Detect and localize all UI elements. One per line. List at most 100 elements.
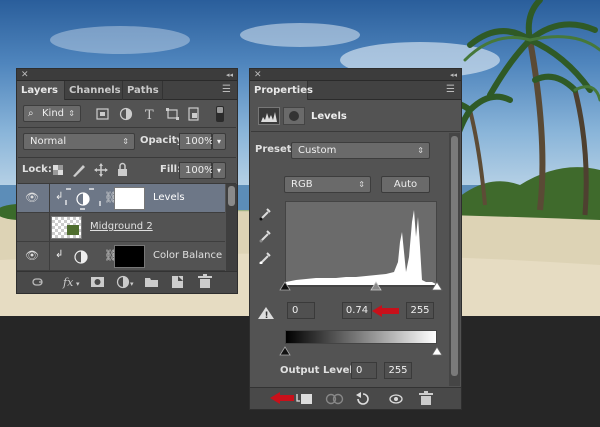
preset-dropdown[interactable]: Custom ⇕ [291, 142, 430, 159]
input-black-field[interactable]: 0 [287, 302, 315, 319]
opacity-dropdown-button[interactable]: ▾ [212, 133, 226, 150]
svg-text:▾: ▾ [130, 280, 134, 288]
divider [251, 131, 460, 132]
gray-input-handle[interactable] [370, 281, 382, 291]
layer-row-midground[interactable]: Midground 2 [17, 213, 225, 242]
adjustment-layer-icon [65, 188, 101, 210]
divider [18, 127, 236, 128]
toggle-visibility-eye-icon[interactable] [389, 394, 403, 404]
view-previous-state-icon[interactable] [325, 393, 344, 405]
output-black-field[interactable]: 0 [351, 362, 377, 379]
layer-name[interactable]: Color Balance [153, 249, 222, 263]
layers-panel-titlebar[interactable]: ✕ ◂◂ [17, 69, 237, 81]
pixel-filter-icon[interactable] [96, 108, 109, 120]
opacity-field[interactable]: 100% [179, 133, 214, 150]
chevron-down-icon: ⇕ [122, 137, 129, 146]
shape-filter-icon[interactable] [166, 108, 179, 120]
type-filter-icon[interactable]: T [145, 108, 154, 122]
adjustment-filter-icon[interactable] [119, 107, 133, 121]
input-gamma-field[interactable]: 0.74 [342, 302, 372, 319]
collapse-icon[interactable]: ◂◂ [226, 69, 233, 81]
levels-icon[interactable] [258, 107, 280, 125]
scrollbar-thumb[interactable] [228, 186, 235, 206]
lock-all-icon[interactable] [118, 162, 127, 177]
fill-dropdown-button[interactable]: ▾ [212, 162, 226, 179]
auto-button[interactable]: Auto [381, 176, 430, 193]
white-output-handle[interactable] [431, 346, 443, 356]
blend-mode-dropdown[interactable]: Normal ⇕ [23, 133, 135, 150]
svg-text:!: ! [265, 311, 269, 321]
layer-thumbnail[interactable] [51, 216, 82, 239]
chevron-down-icon: ⇕ [417, 146, 424, 155]
collapse-icon[interactable]: ◂◂ [450, 69, 457, 81]
close-icon[interactable]: ✕ [254, 69, 262, 81]
fill-field[interactable]: 100% [179, 162, 214, 179]
clipping-arrow-icon: ↲ [55, 191, 64, 202]
trash-icon[interactable] [198, 274, 212, 288]
white-input-handle[interactable] [431, 281, 443, 291]
layers-panel: ✕ ◂◂ Layers Channels Paths ☰ ⌕ Kind ⇕ T … [16, 68, 238, 294]
panel-menu-icon[interactable]: ☰ [222, 84, 231, 95]
annotation-arrow-icon [372, 305, 399, 317]
divider [49, 213, 50, 241]
white-point-eyedropper-icon[interactable] [259, 252, 271, 264]
mask-icon[interactable] [283, 107, 305, 125]
filter-kind-label: Kind [42, 108, 65, 119]
black-point-eyedropper-icon[interactable] [259, 208, 271, 221]
layer-name[interactable]: Levels [153, 191, 185, 205]
close-icon[interactable]: ✕ [21, 69, 29, 81]
lock-transparent-pixels-icon[interactable] [53, 165, 63, 175]
fx-icon[interactable]: fx ▾ [62, 276, 80, 289]
layers-scrollbar[interactable] [226, 184, 237, 271]
chevron-down-icon: ⇕ [358, 180, 365, 189]
layer-mask-thumbnail[interactable] [114, 245, 145, 268]
adjustment-layer-icon [74, 250, 88, 264]
clip-to-layer-icon[interactable] [296, 394, 312, 404]
properties-panel-titlebar[interactable]: ✕ ◂◂ [250, 69, 461, 81]
gray-point-eyedropper-icon[interactable] [259, 230, 271, 243]
tab-paths[interactable]: Paths [123, 81, 163, 100]
clipping-warning-icon[interactable]: ! [256, 305, 276, 321]
layer-row-color-balance[interactable]: 👁 ↲ ⛓ Color Balance [17, 242, 225, 271]
new-layer-icon[interactable] [172, 276, 183, 288]
visibility-eye-icon[interactable]: 👁 [25, 249, 39, 263]
annotation-arrow-icon [270, 392, 294, 404]
channel-value: RGB [291, 179, 313, 190]
add-mask-icon[interactable] [91, 277, 104, 287]
layer-name[interactable]: Midground 2 [90, 220, 153, 234]
properties-scrollbar[interactable] [449, 133, 460, 386]
levels-histogram [285, 201, 437, 286]
scrollbar-thumb[interactable] [451, 136, 458, 376]
filter-toggle-icon[interactable] [216, 106, 224, 122]
layers-footer: fx ▾ ▾ [17, 271, 237, 293]
tab-properties[interactable]: Properties [250, 81, 313, 100]
tab-layers[interactable]: Layers [17, 81, 65, 100]
divider [49, 242, 50, 270]
layer-row-levels[interactable]: 👁 ↲ ⛓ Levels [17, 184, 225, 213]
search-icon: ⌕ [28, 108, 34, 119]
eyedropper-tools [259, 208, 271, 264]
divider [49, 184, 50, 212]
reset-icon[interactable] [356, 392, 369, 405]
new-adjustment-icon[interactable]: ▾ [116, 275, 135, 289]
properties-tabbar: Properties ☰ [250, 81, 461, 100]
trash-icon[interactable] [419, 391, 433, 405]
layer-mask-thumbnail[interactable] [114, 187, 145, 210]
tab-channels[interactable]: Channels [65, 81, 123, 100]
lock-position-icon[interactable] [94, 163, 108, 177]
fill-label: Fill: [160, 164, 182, 175]
lock-image-pixels-icon[interactable] [73, 165, 85, 177]
divider [18, 157, 236, 158]
link-layers-icon[interactable] [32, 278, 43, 286]
output-white-field[interactable]: 255 [384, 362, 412, 379]
black-input-handle[interactable] [279, 281, 291, 291]
svg-text:▾: ▾ [76, 280, 80, 288]
smart-object-filter-icon[interactable] [188, 107, 199, 121]
input-white-field[interactable]: 255 [406, 302, 434, 319]
visibility-eye-icon[interactable]: 👁 [25, 191, 39, 205]
black-output-handle[interactable] [279, 346, 291, 356]
filter-kind-dropdown[interactable]: ⌕ Kind ⇕ [23, 105, 81, 122]
panel-menu-icon[interactable]: ☰ [446, 84, 455, 95]
channel-dropdown[interactable]: RGB ⇕ [284, 176, 371, 193]
new-group-icon[interactable] [145, 278, 158, 287]
